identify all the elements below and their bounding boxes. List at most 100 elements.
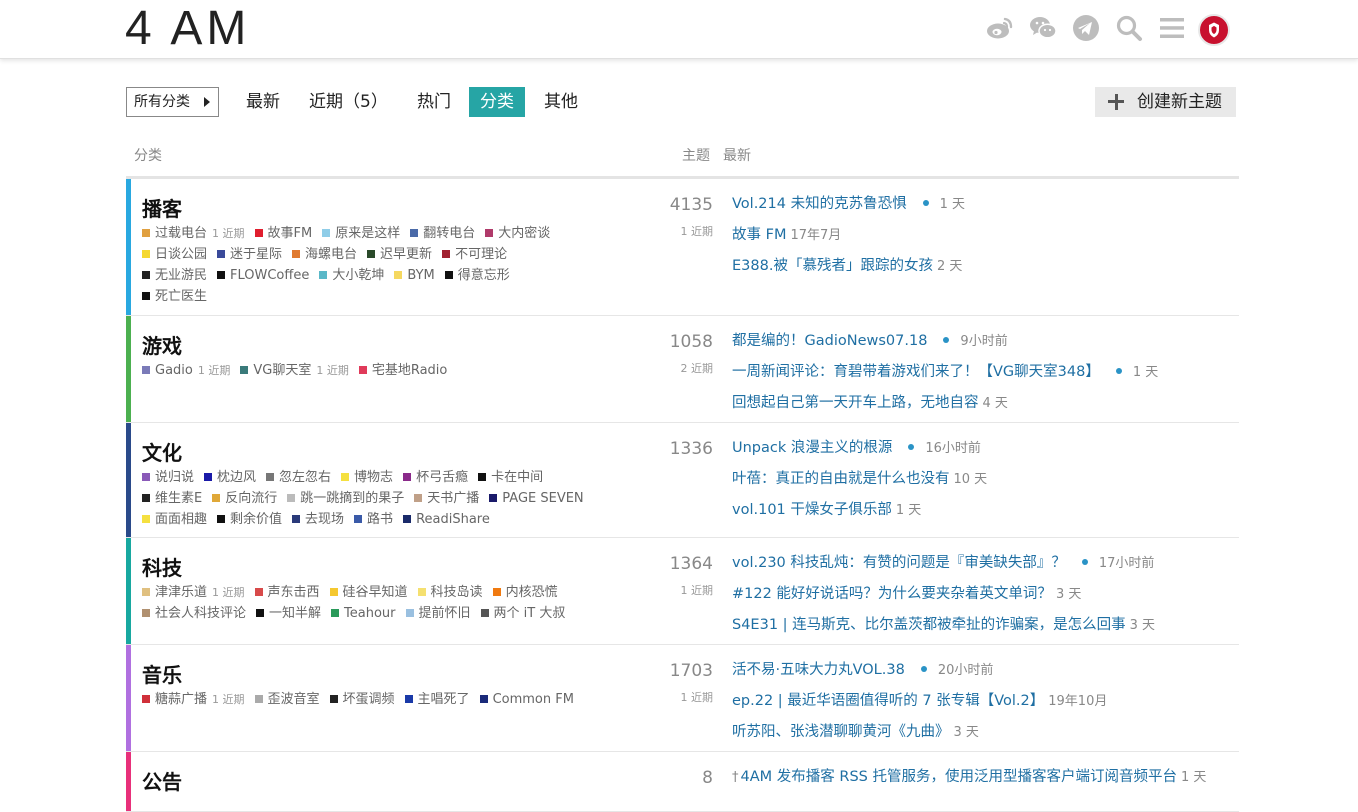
subcategory-link[interactable]: 迟早更新 xyxy=(367,244,432,265)
subcategory-link[interactable]: Gadio 1 近期 xyxy=(142,360,230,381)
site-logo[interactable]: 4 AM xyxy=(125,2,250,56)
subcategory-link[interactable]: 面面相趣 xyxy=(142,509,207,530)
subcategory-link[interactable]: 社会人科技评论 xyxy=(142,603,246,624)
topic-title-link[interactable]: 故事 FM xyxy=(732,227,786,243)
subcategory-link[interactable]: 杯弓舌瘾 xyxy=(403,467,468,488)
subcategory-link[interactable]: 糖蒜广播 1 近期 xyxy=(142,689,245,710)
category-dropdown[interactable]: 所有分类 xyxy=(126,87,219,117)
topic-title-link[interactable]: 听苏阳、张浅潜聊聊黄河《九曲》 xyxy=(732,724,950,740)
subcategory-link[interactable]: 去现场 xyxy=(292,509,344,530)
topic-title-link[interactable]: 叶蓓：真正的自由就是什么也没有 xyxy=(732,471,950,487)
subcategory-link[interactable]: Common FM xyxy=(479,689,574,710)
category-title[interactable]: 文化 xyxy=(142,437,182,466)
subcategory-link[interactable]: 原来是这样 xyxy=(322,223,400,244)
subcategory-link[interactable]: 津津乐道 1 近期 xyxy=(142,582,245,603)
subcategory-link[interactable]: 两个 iT 大叔 xyxy=(480,603,565,624)
subcategory-link[interactable]: 博物志 xyxy=(341,467,393,488)
subcategory-link[interactable]: 无业游民 xyxy=(142,265,207,286)
topic-title-link[interactable]: 4AM 发布播客 RSS 托管服务，使用泛用型播客客户端订阅音频平台 xyxy=(741,769,1177,785)
topic-title-link[interactable]: Vol.214 未知的克苏鲁恐惧 xyxy=(732,196,907,212)
subcategory-link[interactable]: 维生素E xyxy=(142,488,202,509)
topic-title-link[interactable]: vol.230 科技乱炖：有赞的问题是『审美缺失部』？ xyxy=(732,555,1066,571)
subcategory-link[interactable]: 主唱死了 xyxy=(404,689,470,710)
topic-title-link[interactable]: 活不易·五味大力丸VOL.38 xyxy=(732,662,905,678)
subcategory-link[interactable]: 剩余价值 xyxy=(217,509,282,530)
category-title[interactable]: 播客 xyxy=(142,193,182,222)
subcategory-link[interactable]: 路书 xyxy=(354,509,393,530)
tab-latest[interactable]: 最新 xyxy=(235,87,291,117)
subcategory-link[interactable]: 反向流行 xyxy=(212,488,277,509)
topic-title-link[interactable]: Unpack 浪漫主义的根源 xyxy=(732,440,892,456)
subcategory-link[interactable]: 天书广播 xyxy=(414,488,479,509)
subcategory-link[interactable]: 过载电台 1 近期 xyxy=(142,223,245,244)
column-category[interactable]: 分类 xyxy=(134,145,162,165)
subcategory-link[interactable]: 提前怀旧 xyxy=(405,603,471,624)
search-icon[interactable] xyxy=(1114,13,1144,43)
category-title[interactable]: 科技 xyxy=(142,552,182,581)
subcategory-link[interactable]: 声东击西 xyxy=(254,582,320,603)
subcategory-link[interactable]: 枕边风 xyxy=(204,467,256,488)
subcategory-link[interactable]: 翻转电台 xyxy=(410,223,475,244)
subcategory-line: Gadio 1 近期 VG聊天室 1 近期 宅基地Radio xyxy=(142,360,642,381)
topic-title-link[interactable]: ep.22 | 最近华语圈值得听的 7 张专辑【Vol.2】 xyxy=(732,693,1044,709)
subcategory-link[interactable]: 科技岛读 xyxy=(417,582,483,603)
category-title[interactable]: 游戏 xyxy=(142,330,182,359)
subcategory-line: 日谈公园 迷于星际 海螺电台 迟早更新 不可理论 xyxy=(142,244,642,265)
category-title[interactable]: 音乐 xyxy=(142,659,182,688)
tab-other[interactable]: 其他 xyxy=(533,87,589,117)
subcategory-link[interactable]: 一知半解 xyxy=(256,603,321,624)
subcategory-link[interactable]: 迷于星际 xyxy=(217,244,282,265)
subcategory-link[interactable]: 故事FM xyxy=(254,223,312,244)
subcategory-link[interactable]: 内核恐慌 xyxy=(492,582,558,603)
subcategory-link[interactable]: 说归说 xyxy=(142,467,194,488)
subcategory-name: 提前怀旧 xyxy=(418,606,471,621)
create-topic-button[interactable]: 创建新主题 xyxy=(1095,87,1236,117)
subcategory-link[interactable]: 硅谷早知道 xyxy=(329,582,408,603)
topic-title-link[interactable]: 一周新闻评论：育碧带着游戏们来了！【VG聊天室348】 xyxy=(732,364,1100,380)
subcategory-link[interactable]: BYM xyxy=(394,265,435,286)
subcategory-link[interactable]: 歪波音室 xyxy=(254,689,320,710)
subcategory-link[interactable]: 大小乾坤 xyxy=(319,265,384,286)
topic-title-link[interactable]: #122 能好好说话吗？为什么要夹杂着英文单词？ xyxy=(732,586,1052,602)
subcategory-link[interactable]: 卡在中间 xyxy=(478,467,543,488)
tab-categories[interactable]: 分类 xyxy=(469,87,525,117)
subcategory-link[interactable]: 跳一跳摘到的果子 xyxy=(287,488,404,509)
subcategory-link[interactable]: 日谈公园 xyxy=(142,244,207,265)
wechat-icon[interactable] xyxy=(1028,13,1058,43)
topic-count: 8 xyxy=(702,768,713,788)
topic-title-link[interactable]: 回想起自己第一天开车上路，无地自容 xyxy=(732,395,979,411)
subcategory-link[interactable]: ReadiShare xyxy=(403,509,490,530)
subcategory-link[interactable]: 海螺电台 xyxy=(292,244,357,265)
subcategory-link[interactable]: 死亡医生 xyxy=(142,286,207,307)
subcategory-link[interactable]: 得意忘形 xyxy=(444,265,510,286)
subcategory-link[interactable]: VG聊天室 1 近期 xyxy=(240,360,349,381)
subcategory-link[interactable]: 坏蛋调频 xyxy=(329,689,395,710)
subcategory-link[interactable]: FLOWCoffee xyxy=(217,265,309,286)
subcategory-link[interactable]: 忽左忽右 xyxy=(266,467,331,488)
subcategory-name: 大小乾坤 xyxy=(332,268,385,283)
tab-recent[interactable]: 近期（5） xyxy=(298,87,399,117)
subcategory-link[interactable]: Teahour xyxy=(331,603,396,624)
subcategory-link[interactable]: 大内密谈 xyxy=(485,223,550,244)
avatar[interactable] xyxy=(1198,14,1230,46)
column-latest[interactable]: 最新 xyxy=(723,145,751,165)
topic-title-link[interactable]: S4E31 | 连马斯克、比尔盖茨都被牵扯的诈骗案，是怎么回事 xyxy=(732,617,1126,633)
subcategory-link[interactable]: 不可理论 xyxy=(442,244,507,265)
subcategory-color-swatch xyxy=(142,515,150,523)
tab-hot[interactable]: 热门 xyxy=(406,87,462,117)
subcategory-color-swatch xyxy=(489,494,498,502)
menu-icon[interactable] xyxy=(1157,13,1187,43)
subcategory-color-swatch xyxy=(254,695,263,703)
subcategory-name: 维生素E xyxy=(155,491,203,506)
subcategory-link[interactable]: 宅基地Radio xyxy=(358,360,447,381)
subcategory-name: 过载电台 xyxy=(155,226,208,241)
category-title[interactable]: 公告 xyxy=(142,766,182,795)
weibo-icon[interactable] xyxy=(985,13,1015,43)
topic-title-link[interactable]: E388.被「慕残者」跟踪的女孩 xyxy=(732,258,933,274)
topic-title-link[interactable]: vol.101 干燥女子俱乐部 xyxy=(732,502,892,518)
caret-right-icon xyxy=(204,97,210,107)
telegram-icon[interactable] xyxy=(1071,13,1101,43)
column-topics[interactable]: 主题 xyxy=(682,145,710,165)
topic-title-link[interactable]: 都是编的！GadioNews07.18 xyxy=(732,333,927,349)
subcategory-link[interactable]: PAGE SEVEN xyxy=(489,488,584,509)
